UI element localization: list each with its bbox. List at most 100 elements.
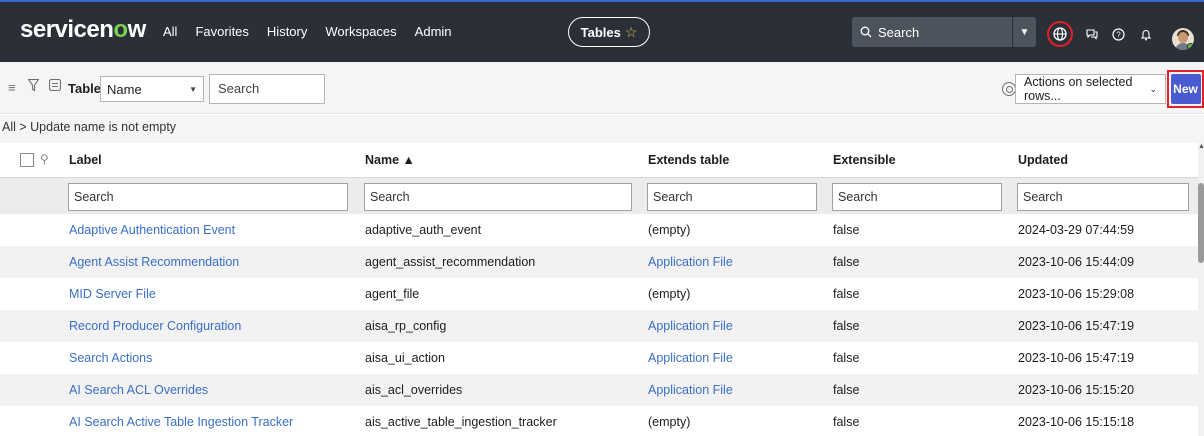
actions-select-value: Actions on selected rows... [1024,75,1133,103]
global-search-input[interactable]: Search [852,17,1012,47]
cell-label[interactable]: Adaptive Authentication Event [69,214,235,246]
cell-extends-table: (empty) [648,415,691,429]
filter-icon[interactable] [27,78,40,95]
cell-updated: 2024-03-29 07:44:59 [1018,223,1135,237]
chat-icon[interactable] [1084,26,1100,42]
column-header-row: ⚲ Label Name ▲ Extends table Extensible … [0,143,1198,178]
context-pill-label: Tables [580,24,621,40]
table-row[interactable]: AI Search ACL Overrides ais_acl_overrides… [0,374,1198,406]
column-header-extensible[interactable]: Extensible [833,143,896,177]
actions-select[interactable]: Actions on selected rows... ⌄ [1015,74,1166,104]
globe-button[interactable] [1047,21,1073,47]
table-row[interactable]: Adaptive Authentication Event adaptive_au… [0,214,1198,246]
cell-updated: 2023-10-06 15:47:19 [1018,319,1135,333]
select-all-checkbox[interactable] [20,153,34,167]
cell-label[interactable]: AI Search Active Table Ingestion Tracker [69,406,293,436]
cell-extensible: false [833,319,860,333]
name-search-input[interactable]: Search [364,183,632,211]
extends-search-input[interactable]: Search [647,183,817,211]
main-nav: All Favorites History Workspaces Admin [163,24,470,39]
bell-icon[interactable] [1138,26,1154,42]
nav-history[interactable]: History [267,24,307,39]
svg-text:?: ? [1116,30,1121,39]
cell-extensible: false [833,223,860,237]
cell-extends-table[interactable]: Application File [648,246,733,278]
gear-icon[interactable] [1002,82,1016,96]
cell-label[interactable]: MID Server File [69,278,156,310]
table-row[interactable]: MID Server File agent_file (empty) false 202… [0,278,1198,310]
cell-name: aisa_ui_action [365,351,445,365]
table-body: Adaptive Authentication Event adaptive_au… [0,214,1198,436]
cell-extends-table[interactable]: Application File [648,342,733,374]
column-header-extends-table[interactable]: Extends table [648,143,729,177]
search-field-select[interactable]: Name ▼ [100,76,204,102]
chevron-down-icon: ▼ [1019,26,1030,38]
nav-admin[interactable]: Admin [415,24,452,39]
new-button-highlight: New [1167,70,1204,108]
cell-extensible: false [833,287,860,301]
cell-updated: 2023-10-06 15:15:18 [1018,415,1135,429]
table-row[interactable]: Search Actions aisa_ui_action Application … [0,342,1198,374]
cell-name: agent_file [365,287,420,301]
user-avatar[interactable] [1172,28,1194,50]
search-icon [860,26,872,38]
list-icon[interactable] [48,78,62,94]
search-icon[interactable]: ⚲ [40,152,49,166]
table-row[interactable]: Record Producer Configuration aisa_rp_con… [0,310,1198,342]
cell-label[interactable]: Record Producer Configuration [69,310,241,342]
search-field-value: Name [107,81,142,97]
star-icon[interactable]: ☆ [625,24,638,41]
vertical-scrollbar[interactable]: ▲ [1198,143,1204,436]
cell-updated: 2023-10-06 15:29:08 [1018,287,1135,301]
globe-icon [1053,27,1067,41]
table-row[interactable]: AI Search Active Table Ingestion Tracker… [0,406,1198,436]
cell-extensible: false [833,383,860,397]
cell-extensible: false [833,351,860,365]
cell-name: ais_active_table_ingestion_tracker [365,415,557,429]
cell-updated: 2023-10-06 15:44:09 [1018,255,1135,269]
cell-extends-table: (empty) [648,287,691,301]
context-pill[interactable]: Tables ☆ [568,17,650,47]
help-icon[interactable]: ? [1110,26,1126,42]
list-search-input[interactable]: Search [209,74,325,104]
list-toolbar: ≡ Tables Name ▼ Search Actions on select… [0,62,1204,114]
search-scope-button[interactable]: ▼ [1012,17,1036,47]
presence-dot [1187,43,1194,50]
extensible-search-input[interactable]: Search [832,183,1002,211]
cell-extends-table[interactable]: Application File [648,310,733,342]
chevron-down-icon: ▼ [189,84,197,94]
column-header-updated[interactable]: Updated [1018,143,1068,177]
cell-extends-table[interactable]: Application File [648,374,733,406]
scrollbar-thumb[interactable] [1198,183,1204,263]
global-search-placeholder: Search [878,24,920,40]
nav-workspaces[interactable]: Workspaces [325,24,396,39]
nav-all[interactable]: All [163,24,177,39]
nav-favorites[interactable]: Favorites [195,24,248,39]
cell-name: ais_acl_overrides [365,383,463,397]
cell-name: adaptive_auth_event [365,223,482,237]
list-search-placeholder: Search [218,81,260,96]
cell-extensible: false [833,415,860,429]
table-row[interactable]: Agent Assist Recommendation agent_assist_… [0,246,1198,278]
avatar-face [1178,32,1188,43]
column-header-name[interactable]: Name ▲ [365,143,415,177]
updated-search-input[interactable]: Search [1017,183,1189,211]
menu-icon[interactable]: ≡ [8,80,16,95]
cell-label[interactable]: AI Search ACL Overrides [69,374,208,406]
new-button[interactable]: New [1170,74,1201,104]
column-header-label[interactable]: Label [69,143,102,177]
breadcrumb[interactable]: All > Update name is not empty [0,115,1204,143]
cell-label[interactable]: Agent Assist Recommendation [69,246,239,278]
scroll-up-arrow[interactable]: ▲ [1198,143,1204,155]
cell-updated: 2023-10-06 15:47:19 [1018,351,1135,365]
cell-label[interactable]: Search Actions [69,342,152,374]
cell-name: aisa_rp_config [365,319,447,333]
cell-extensible: false [833,255,860,269]
cell-extends-table: (empty) [648,223,691,237]
column-search-row: Search Search Search Search Search [0,178,1198,214]
cell-name: agent_assist_recommendation [365,255,536,269]
servicenow-logo[interactable]: servicenow [20,16,146,44]
label-search-input[interactable]: Search [68,183,348,211]
top-header: servicenow All Favorites History Workspa… [0,0,1204,62]
chevron-down-icon: ⌄ [1149,83,1157,94]
